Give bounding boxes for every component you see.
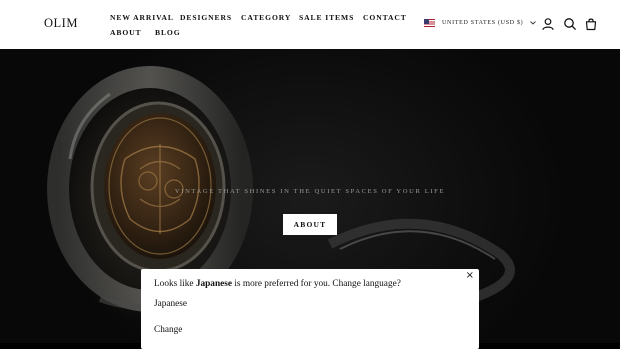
nav-category[interactable]: CATEGORY xyxy=(241,13,291,22)
nav-sale-items[interactable]: SALE ITEMS xyxy=(299,13,354,22)
change-language-button[interactable]: Change xyxy=(154,325,182,335)
nav-blog[interactable]: BLOG xyxy=(155,28,181,37)
close-icon[interactable]: × xyxy=(466,270,474,281)
suggested-language: Japanese xyxy=(195,279,233,289)
us-flag-icon xyxy=(424,19,435,27)
nav-designers[interactable]: DESIGNERS xyxy=(180,13,232,22)
chevron-down-icon xyxy=(530,21,537,25)
language-suggestion-message: Looks like Japanese is more preferred fo… xyxy=(154,279,401,289)
locale-label: UNITED STATES (USD $) xyxy=(442,20,524,26)
cart-icon[interactable] xyxy=(584,17,598,31)
message-suffix: is more preferred for you. Change langua… xyxy=(232,279,401,289)
about-button[interactable]: ABOUT xyxy=(283,214,337,235)
site-logo[interactable]: OLIM xyxy=(44,16,78,31)
locale-selector[interactable]: UNITED STATES (USD $) xyxy=(424,17,537,29)
nav-about[interactable]: ABOUT xyxy=(110,28,142,37)
account-icon[interactable] xyxy=(541,17,555,31)
language-option-japanese[interactable]: Japanese xyxy=(154,299,187,309)
hero-tagline: VINTAGE THAT SHINES IN THE QUIET SPACES … xyxy=(174,188,446,195)
site-header: OLIM NEW ARRIVAL DESIGNERS CATEGORY SALE… xyxy=(0,0,620,49)
message-prefix: Looks like xyxy=(154,279,196,289)
nav-contact[interactable]: CONTACT xyxy=(363,13,407,22)
search-icon[interactable] xyxy=(563,17,577,31)
nav-new-arrival[interactable]: NEW ARRIVAL xyxy=(110,13,174,22)
language-popup: × Looks like Japanese is more preferred … xyxy=(141,269,479,349)
